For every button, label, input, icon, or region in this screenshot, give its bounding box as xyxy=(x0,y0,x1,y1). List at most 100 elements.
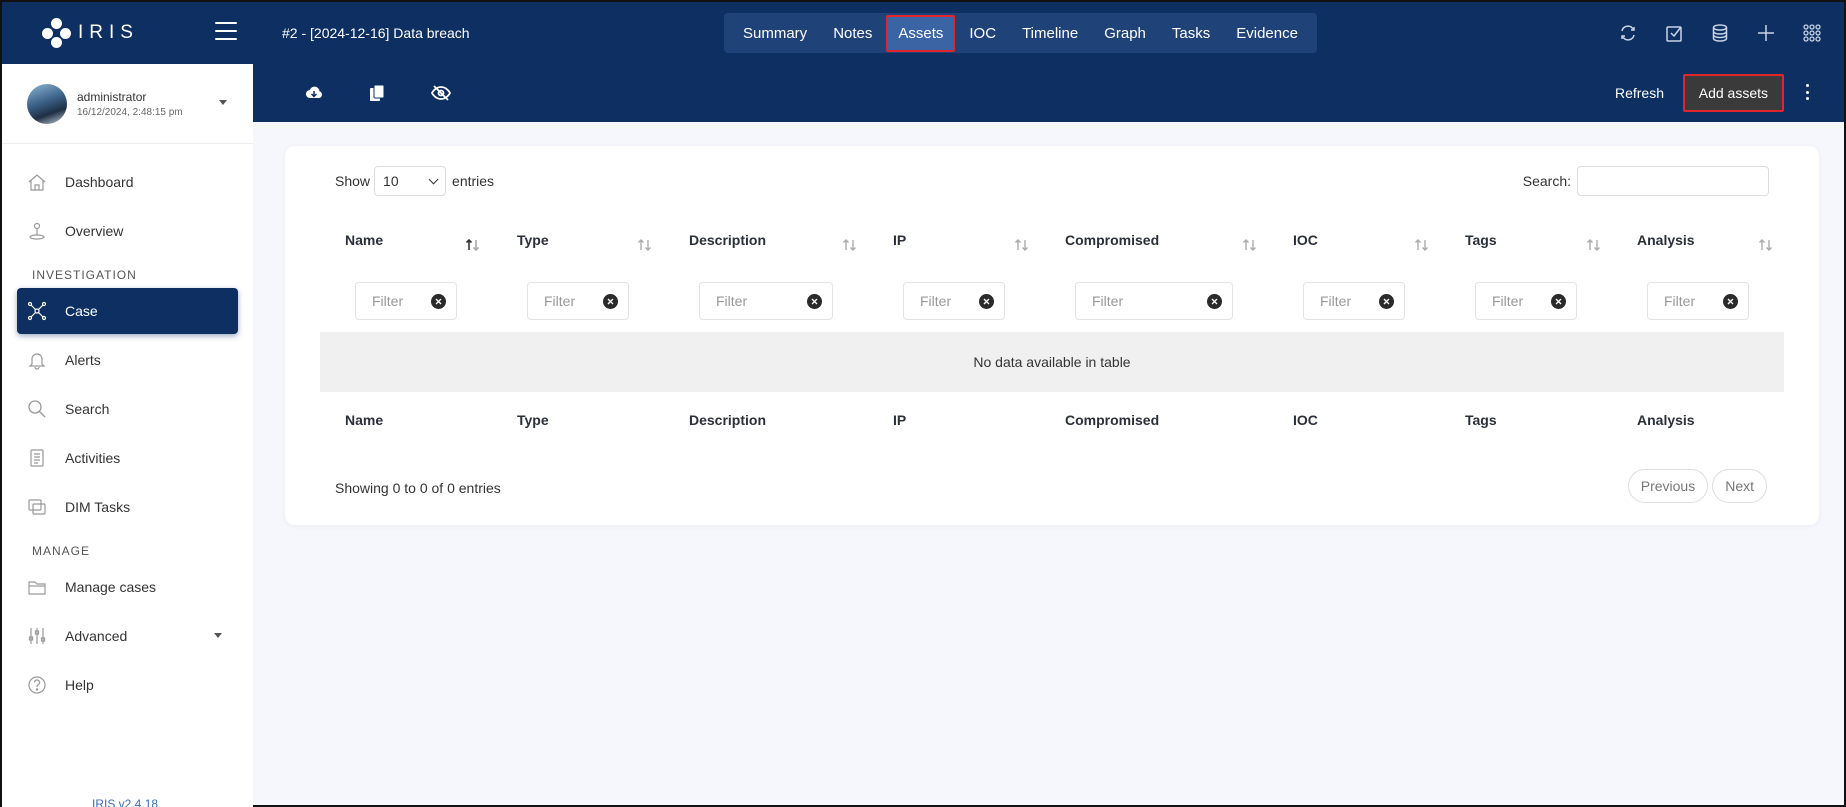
cloud-download-icon[interactable] xyxy=(304,83,324,103)
sort-icon[interactable] xyxy=(1014,238,1030,252)
more-options-icon[interactable] xyxy=(1806,84,1810,100)
column-header-tags[interactable]: Tags xyxy=(1465,232,1497,248)
column-footer-compromised: Compromised xyxy=(1065,412,1160,428)
sidebar-item-activities[interactable]: Activities xyxy=(17,435,238,481)
clear-filter-icon[interactable] xyxy=(1379,293,1394,309)
top-icons xyxy=(1616,21,1824,45)
sort-icon[interactable] xyxy=(842,238,858,252)
eye-slash-icon[interactable] xyxy=(431,83,451,103)
case-nav-tabs: Summary Notes Assets IOC Timeline Graph … xyxy=(724,13,1317,53)
column-footer-name: Name xyxy=(345,412,384,428)
add-assets-button[interactable]: Add assets xyxy=(1682,74,1784,112)
column-header-type[interactable]: Type xyxy=(517,232,549,248)
filter-analysis-input[interactable]: Filter xyxy=(1647,282,1749,320)
clear-filter-icon[interactable] xyxy=(1723,293,1738,309)
sort-icon[interactable] xyxy=(637,238,653,252)
menu-toggle-icon[interactable] xyxy=(215,22,237,40)
filter-placeholder: Filter xyxy=(920,293,952,309)
sidebar-item-help[interactable]: Help xyxy=(17,662,238,708)
column-header-compromised[interactable]: Compromised xyxy=(1065,232,1159,248)
tab-graph[interactable]: Graph xyxy=(1092,15,1158,52)
sidebar-item-label: Case xyxy=(65,303,98,319)
home-icon xyxy=(27,172,47,192)
page-length-control: Show 10 entries xyxy=(335,166,494,196)
sidebar-item-advanced[interactable]: Advanced xyxy=(17,613,238,659)
pagination: Previous Next xyxy=(1627,469,1767,503)
entries-label: entries xyxy=(452,173,495,189)
sort-icon[interactable] xyxy=(1586,238,1602,252)
sidebar-item-label: DIM Tasks xyxy=(65,499,131,515)
clear-filter-icon[interactable] xyxy=(807,293,822,309)
filter-type-input[interactable]: Filter xyxy=(527,282,629,320)
table-info: Showing 0 to 0 of 0 entries xyxy=(335,480,501,496)
sidebar-item-search[interactable]: Search xyxy=(17,386,238,432)
next-button[interactable]: Next xyxy=(1712,469,1767,503)
filter-ioc-input[interactable]: Filter xyxy=(1303,282,1405,320)
sidebar-item-alerts[interactable]: Alerts xyxy=(17,337,238,383)
database-icon[interactable] xyxy=(1708,21,1732,45)
apps-grid-icon[interactable] xyxy=(1800,21,1824,45)
refresh-button[interactable]: Refresh xyxy=(1601,74,1678,112)
section-manage: MANAGE xyxy=(32,544,91,558)
sync-icon[interactable] xyxy=(1616,21,1640,45)
user-timestamp: 16/12/2024, 2:48:15 pm xyxy=(77,106,183,118)
column-header-analysis[interactable]: Analysis xyxy=(1637,232,1695,248)
tab-notes[interactable]: Notes xyxy=(821,15,884,52)
windows-stack-icon xyxy=(27,497,47,517)
column-header-description[interactable]: Description xyxy=(689,232,766,248)
sort-icon[interactable] xyxy=(1242,238,1258,252)
tab-assets[interactable]: Assets xyxy=(886,14,956,52)
sidebar-item-dashboard[interactable]: Dashboard xyxy=(17,159,238,205)
clear-filter-icon[interactable] xyxy=(979,293,994,309)
sidebar: administrator 16/12/2024, 2:48:15 pm Das… xyxy=(2,64,253,807)
column-header-name[interactable]: Name xyxy=(345,232,383,248)
bell-icon xyxy=(27,350,47,370)
sidebar-item-overview[interactable]: Overview xyxy=(17,208,238,254)
clear-filter-icon[interactable] xyxy=(431,293,446,309)
filter-ip-input[interactable]: Filter xyxy=(903,282,1005,320)
sidebar-item-label: Manage cases xyxy=(65,579,157,595)
user-meta: administrator 16/12/2024, 2:48:15 pm xyxy=(77,90,183,118)
filter-name-input[interactable]: Filter xyxy=(355,282,457,320)
filter-placeholder: Filter xyxy=(1664,293,1696,309)
filter-tags-input[interactable]: Filter xyxy=(1475,282,1577,320)
previous-button[interactable]: Previous xyxy=(1627,469,1709,503)
user-profile[interactable]: administrator 16/12/2024, 2:48:15 pm xyxy=(2,64,253,144)
copy-icon[interactable] xyxy=(367,83,387,103)
sidebar-item-label: Search xyxy=(65,401,110,417)
tab-summary[interactable]: Summary xyxy=(731,15,819,52)
sort-icon[interactable] xyxy=(1758,238,1774,252)
checklist-icon[interactable] xyxy=(1662,21,1686,45)
case-title: #2 - [2024-12-16] Data breach xyxy=(282,25,470,41)
sort-asc-icon[interactable] xyxy=(465,238,481,252)
filter-compromised-input[interactable]: Filter xyxy=(1075,282,1233,320)
column-header-ip[interactable]: IP xyxy=(893,232,906,248)
page-size-select[interactable]: 10 xyxy=(374,166,447,196)
sidebar-item-label: Overview xyxy=(65,223,124,239)
clear-filter-icon[interactable] xyxy=(603,293,618,309)
logo-area: IRIS xyxy=(2,2,253,64)
tab-evidence[interactable]: Evidence xyxy=(1224,15,1310,52)
table-search: Search: xyxy=(1523,166,1769,196)
sidebar-item-label: Alerts xyxy=(65,352,101,368)
search-input[interactable] xyxy=(1577,166,1769,196)
clear-filter-icon[interactable] xyxy=(1207,293,1222,309)
sidebar-item-manage-cases[interactable]: Manage cases xyxy=(17,564,238,610)
plus-icon[interactable] xyxy=(1754,21,1778,45)
column-footer-description: Description xyxy=(689,412,767,428)
tab-ioc[interactable]: IOC xyxy=(957,15,1008,52)
sidebar-item-dim-tasks[interactable]: DIM Tasks xyxy=(17,484,238,530)
column-footer-ip: IP xyxy=(893,412,907,428)
tab-timeline[interactable]: Timeline xyxy=(1010,15,1090,52)
app-version[interactable]: IRIS v2.4.18 xyxy=(92,797,158,807)
clear-filter-icon[interactable] xyxy=(1551,293,1566,309)
sidebar-item-case[interactable]: Case xyxy=(17,288,238,334)
sidebar-item-label: Help xyxy=(65,677,94,693)
filter-description-input[interactable]: Filter xyxy=(699,282,833,320)
tab-tasks[interactable]: Tasks xyxy=(1160,15,1222,52)
user-menu-caret-icon[interactable] xyxy=(219,100,227,105)
column-header-ioc[interactable]: IOC xyxy=(1293,232,1318,248)
column-footer-tags: Tags xyxy=(1465,412,1497,428)
document-list-icon xyxy=(27,448,47,468)
sort-icon[interactable] xyxy=(1414,238,1430,252)
